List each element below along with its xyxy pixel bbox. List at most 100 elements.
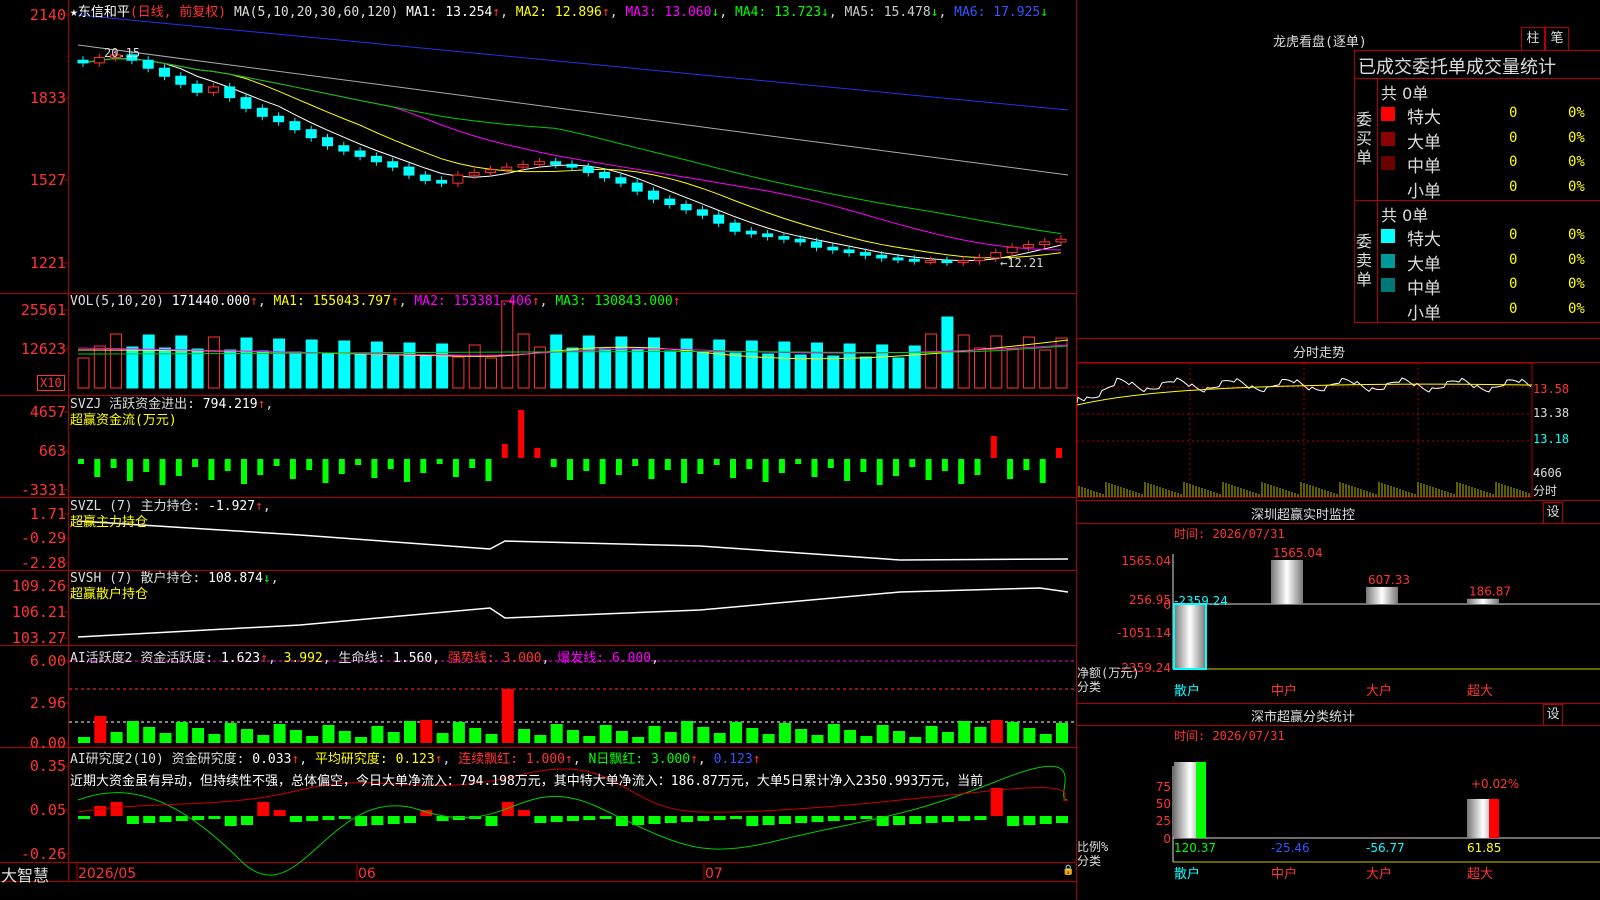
volume-bar [452,356,465,389]
candle [93,57,105,64]
research-bar [925,816,938,823]
classify-bar-chart: 75 50 25 0120.37 散户 -25.46 中户 -56.77 大户 61.85 超大 +0… [1156,762,1600,882]
ma-arrow: ↓ [821,5,829,20]
order-percent: 0% [1568,227,1585,243]
research-bar [664,816,677,823]
volume-bar [517,333,530,389]
classify-category: 大户 [1366,866,1392,882]
y-axis-tick: -0.29 [20,529,66,547]
legend-swatch [1381,131,1395,146]
ai1-header: AI活跃度2 资金活跃度: 1.623↑, 3.992, 生命线: 1.560,… [70,651,659,666]
flow-bar [746,459,753,469]
y-axis-tick: 0.35 [29,757,66,775]
volume-bar [403,342,416,389]
svsh-header: SVSH (7) 散户持仓: 108.874↓, 超赢散户持仓 [70,571,279,602]
flow-bar [599,459,606,484]
ai1-life-label: 生命线: [338,651,386,666]
lock-icon[interactable]: 🔒 [1062,865,1074,876]
activity-bar [583,736,596,743]
ai1-life: 1.560 [393,651,433,666]
flow-bar [730,459,736,478]
divider [1354,200,1600,201]
activity-bar [387,732,400,743]
activity-bar [355,737,368,743]
y-axis-tick: 2.96 [29,694,66,712]
candle [745,230,757,235]
activity-bar [746,728,759,743]
y-axis-tick: 1527 [29,171,66,189]
volume-bar [566,347,579,389]
research-bar [404,816,416,823]
vol-header: VOL(5,10,20) 171440.000↑, MA1: 155043.79… [70,294,681,309]
separator: , [609,5,626,20]
volume-bar [778,341,791,389]
activity-bar [469,728,482,743]
monitor-settings-button[interactable]: 设 [1543,502,1563,524]
activity-bar [175,722,188,743]
classify-y-tick: 50 [1156,797,1171,811]
volume-bar [729,352,742,389]
activity-bar [420,720,433,743]
classify-y-tick: 75 [1156,780,1171,794]
bar-mode-button[interactable]: 柱 [1521,27,1545,51]
classify-unit: 比例% 分类 [1077,840,1108,868]
ai2-avg-arrow: ↑ [434,752,443,767]
volume-bar [305,339,318,389]
volume-bar [664,350,677,389]
intraday-chart[interactable] [1077,363,1600,499]
order-percent: 0% [1568,129,1585,146]
period-label[interactable]: (日线, 前复权) [130,5,226,20]
y-axis-tick: 4657 [29,403,66,421]
volume-bar [256,350,269,389]
activity-bar [599,725,612,743]
svzl-subtitle: 超赢主力持仓 [70,515,149,530]
monitor-bar [1271,560,1303,604]
candle [599,171,611,179]
activity-bar [534,735,547,743]
volume-bar [550,334,563,389]
activity-bar [241,729,253,743]
activity-bar [94,716,107,743]
candle [289,121,301,131]
ai1-arrow: ↑ [260,651,268,666]
y-axis-tick: 12623 [20,340,66,358]
ma-value: 13.254 [445,5,493,20]
volume-bar [680,338,693,389]
activity-bar [909,737,922,743]
activity-bar [860,736,873,743]
classify-settings-button[interactable]: 设 [1543,704,1563,726]
volume-bar [224,349,237,389]
research-bar [1056,816,1068,823]
activity-bar [306,736,319,743]
flow-bar [909,459,916,467]
flow-bar [762,459,769,482]
candle [256,107,268,117]
volume-bar [338,340,351,389]
flow-bar [795,459,802,464]
candle [892,257,904,261]
research-bar [860,816,873,819]
research-bar [126,816,139,824]
tick-mode-button[interactable]: 笔 [1545,27,1569,51]
activity-bar [436,733,449,743]
vol-title: VOL(5,10,20) [70,294,164,309]
activity-bar [941,732,954,743]
classify-title: 深市超赢分类统计 [1251,710,1356,725]
flow-bar [192,459,199,467]
candle [305,129,317,139]
separator: , [500,5,516,20]
flow-bar [387,459,394,469]
candle [533,161,545,165]
activity-bar [827,724,840,743]
stock-name[interactable]: ★东信和平 [70,5,130,20]
flow-bar [322,459,329,483]
research-bar [778,816,791,824]
ma-values: MA1: 13.254↑, MA2: 12.896↑, MA3: 13.060↓… [406,5,1048,20]
flow-bar [958,459,965,484]
classify-category-label: 分类 [1077,854,1102,868]
order-size-label: 小单 [1407,303,1441,324]
flow-bar [208,459,215,480]
monitor-bar [1366,586,1398,604]
flow-bar [1039,459,1046,483]
y-axis-tick: 106.21 [11,603,66,621]
